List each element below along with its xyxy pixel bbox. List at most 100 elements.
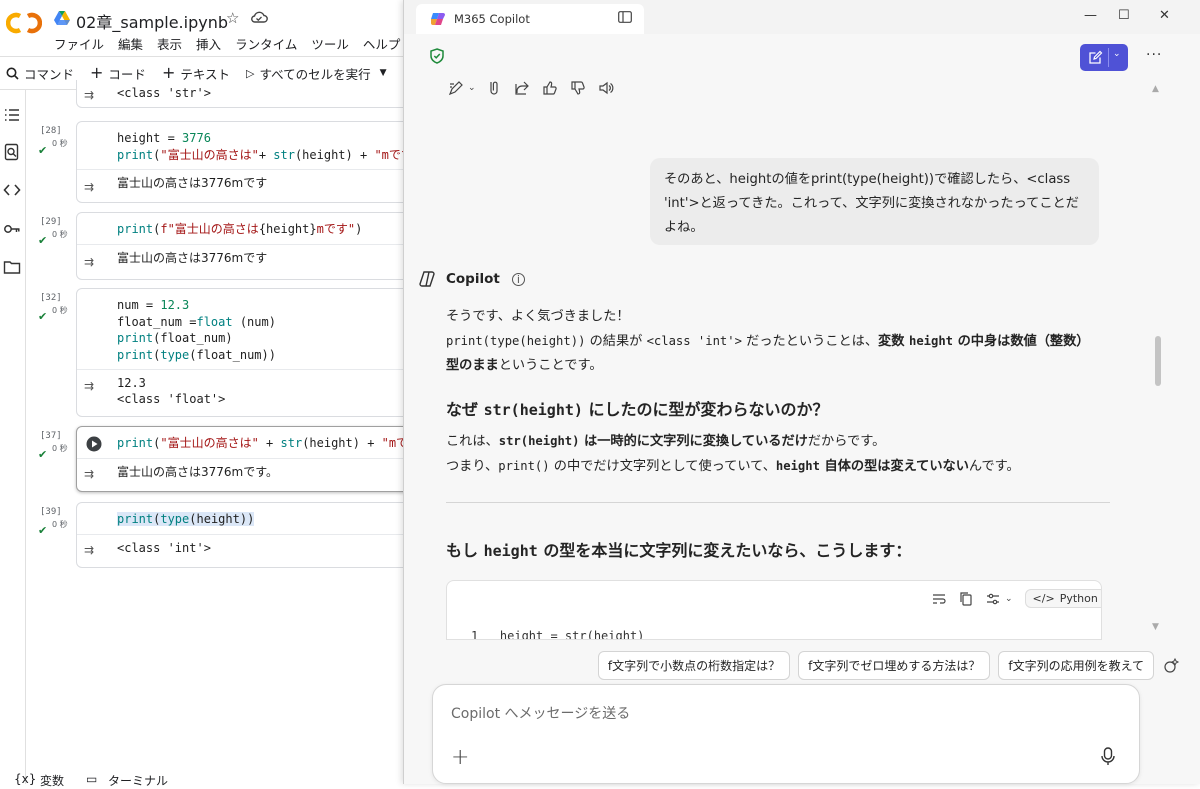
output-menu-icon[interactable]: ⇉ — [84, 88, 94, 102]
cloud-saved-icon[interactable] — [250, 10, 268, 24]
window-titlebar: M365 Copilot — ☐ ✕ — [404, 0, 1200, 34]
scroll-down-arrow[interactable]: ▼ — [1152, 622, 1159, 632]
menu-edit[interactable]: 編集 — [118, 34, 143, 53]
output-menu-icon[interactable]: ⇉ — [84, 543, 94, 557]
assistant-name: Copilot — [446, 271, 500, 287]
output-menu-icon[interactable]: ⇉ — [84, 467, 94, 481]
sidebar-toggle-icon[interactable] — [618, 11, 632, 23]
command-palette-button[interactable]: コマンド — [6, 64, 74, 83]
message-actions: ⌄ — [448, 80, 614, 96]
output-menu-icon[interactable]: ⇉ — [84, 255, 94, 269]
execution-count: [32] — [40, 293, 62, 303]
code-cell[interactable]: print(type(height)) ⇉ <class 'int'> — [76, 502, 416, 568]
cell-output: 富士山の高さは3776mです。 — [77, 457, 415, 487]
variables-tab[interactable]: 変数 — [40, 772, 64, 789]
star-icon[interactable]: ☆ — [226, 9, 239, 27]
code-snippets-icon[interactable] — [3, 181, 21, 199]
suggestion-chip[interactable]: f文字列で小数点の桁数指定は？ — [597, 651, 791, 680]
read-aloud-icon[interactable] — [598, 80, 614, 96]
thumbs-down-icon[interactable] — [570, 80, 586, 96]
suggestion-chip[interactable]: f文字列の応用例を教えて — [998, 651, 1154, 680]
suggestion-chip[interactable]: f文字列でゼロ埋めする方法は？ — [798, 651, 991, 680]
inline-code: height — [483, 542, 538, 560]
code-icon: </> — [1032, 592, 1055, 605]
info-icon[interactable]: i — [511, 272, 525, 286]
cell-code[interactable]: height = 3776 print("富士山の高さは"+ str(heigh… — [77, 122, 427, 169]
execution-count: [29] — [40, 217, 62, 227]
close-button[interactable]: ✕ — [1159, 8, 1170, 23]
menu-runtime[interactable]: ランタイム — [235, 34, 297, 53]
minimize-button[interactable]: — — [1084, 8, 1097, 23]
chevron-down-icon[interactable]: ⌄ — [468, 83, 476, 93]
menu-help[interactable]: ヘルプ — [363, 34, 401, 53]
wrap-lines-icon[interactable] — [931, 591, 947, 607]
table-of-contents-icon[interactable] — [3, 106, 21, 124]
share-icon[interactable] — [514, 80, 530, 96]
run-cell-button[interactable] — [86, 436, 102, 452]
key-icon[interactable] — [3, 220, 21, 238]
bold-text: 変数 — [878, 334, 909, 349]
bold-text: は一時的に文字列に変換しているだけ — [579, 434, 808, 449]
find-replace-icon[interactable] — [3, 143, 21, 161]
answer-text: だからです。 — [807, 434, 886, 449]
check-icon: ✔ — [38, 144, 48, 157]
copilot-panel: M365 Copilot — ☐ ✕ ⌄ ··· ⌄ ▲ ▼ そのあと、heig… — [403, 0, 1200, 784]
chevron-down-icon[interactable]: ⌄ — [1005, 594, 1013, 604]
terminal-tab[interactable]: ターミナル — [108, 772, 168, 789]
microphone-icon[interactable] — [1101, 747, 1115, 767]
more-suggestions-icon[interactable] — [1162, 657, 1180, 675]
copilot-tab[interactable]: M365 Copilot — [416, 4, 644, 34]
code-cell[interactable]: height = 3776 print("富士山の高さは"+ str(heigh… — [76, 121, 427, 203]
scrollbar-thumb[interactable] — [1155, 336, 1161, 386]
answer-heading-1: なぜ str(height) にしたのに型が変わらないのか？ — [446, 396, 829, 420]
copy-code-icon[interactable] — [959, 591, 973, 607]
new-chat-icon — [1089, 50, 1103, 64]
menu-file[interactable]: ファイル — [54, 34, 104, 53]
code-block: ⌄ </> Python 1 height = str(height) — [446, 580, 1102, 640]
code-cell[interactable]: num = 12.3 float_num =float (num) print(… — [76, 288, 416, 417]
shield-check-icon[interactable] — [430, 48, 444, 64]
inline-code: str(height) — [483, 401, 583, 419]
chevron-down-icon[interactable]: ⌄ — [1113, 49, 1121, 59]
code-cell[interactable]: print(f"富士山の高さは{height}mです") ⇉ 富士山の高さは37… — [76, 212, 416, 280]
message-input-placeholder[interactable]: Copilot へメッセージを送る — [451, 703, 630, 723]
answer-text: だったということは、 — [741, 334, 879, 349]
answer-paragraph-1: そうです、よく気づきました！ print(type(height)) の結果が … — [446, 305, 1090, 378]
settings-sliders-icon[interactable] — [985, 591, 1001, 607]
add-attachment-button[interactable]: + — [451, 745, 469, 770]
check-icon: ✔ — [38, 448, 48, 461]
drive-icon[interactable] — [54, 11, 70, 25]
output-menu-icon[interactable]: ⇉ — [84, 180, 94, 194]
cell-output: <class 'int'> — [77, 533, 415, 563]
notebook-title[interactable]: 02章_sample.ipynb — [76, 9, 228, 33]
code-cell[interactable]: ⇉ <class 'str'> — [76, 80, 416, 108]
plus-icon: + — [90, 63, 104, 82]
edit-in-pages-icon[interactable] — [448, 80, 464, 96]
menu-tools[interactable]: ツール — [311, 34, 349, 53]
cell-output: <class 'str'> — [117, 86, 211, 100]
new-chat-button[interactable]: ⌄ — [1080, 44, 1128, 71]
cell-code[interactable]: print(type(height)) — [77, 503, 415, 534]
menu-insert[interactable]: 挿入 — [196, 34, 221, 53]
language-badge[interactable]: </> Python — [1024, 589, 1101, 608]
search-icon — [6, 67, 19, 80]
folder-icon[interactable] — [3, 258, 21, 276]
copy-icon[interactable] — [488, 80, 502, 96]
cell-code[interactable]: num = 12.3 float_num =float (num) print(… — [77, 289, 415, 369]
maximize-button[interactable]: ☐ — [1118, 8, 1130, 23]
message-input-box[interactable]: Copilot へメッセージを送る + — [432, 684, 1140, 784]
output-menu-icon[interactable]: ⇉ — [84, 379, 94, 393]
inline-code: str(height) — [498, 434, 580, 448]
scroll-up-arrow[interactable]: ▲ — [1152, 84, 1159, 94]
menu-view[interactable]: 表示 — [157, 34, 182, 53]
chevron-down-icon[interactable]: ▼ — [380, 68, 387, 78]
cell-code[interactable]: print(f"富士山の高さは{height}mです") — [77, 213, 415, 244]
thumbs-up-icon[interactable] — [542, 80, 558, 96]
answer-text: ということです。 — [498, 358, 603, 373]
heading-text: なぜ — [446, 400, 484, 419]
cell-code[interactable]: print("富士山の高さは" + str(height) + "mです。") — [77, 427, 445, 458]
plus-icon: + — [161, 63, 176, 82]
code-cell-active[interactable]: print("富士山の高さは" + str(height) + "mです。") … — [76, 426, 445, 492]
execution-time: 0 秒 — [52, 306, 68, 315]
more-options-icon[interactable]: ··· — [1146, 47, 1162, 63]
